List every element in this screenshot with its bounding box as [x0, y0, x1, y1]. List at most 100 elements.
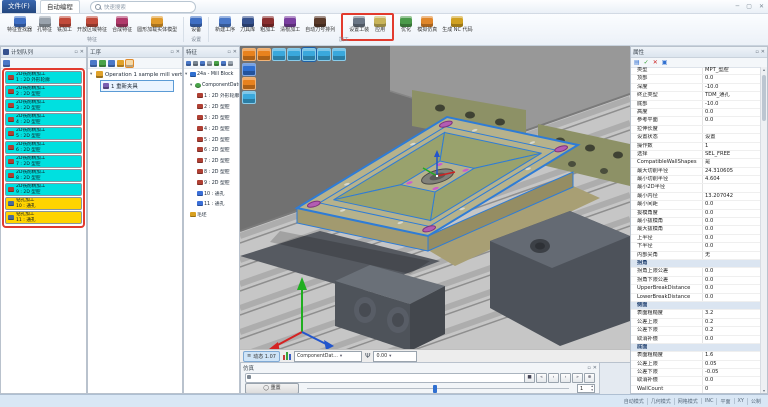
property-row[interactable]: 公差下限 0.2	[631, 327, 761, 335]
plan-operation-item[interactable]: 2D铣削精加工 8 : 2D 型腔	[5, 169, 82, 182]
viewport-tool-icon[interactable]	[272, 48, 286, 61]
property-row[interactable]: CompatibleWallShapes 是	[631, 159, 761, 167]
close-icon[interactable]: ✕	[593, 365, 597, 371]
property-row[interactable]: 参考平面 0.0	[631, 117, 761, 125]
tree-node-root[interactable]: ▾ 24a - Mill Block	[184, 69, 239, 80]
property-row[interactable]: 上半径 0.0	[631, 235, 761, 243]
viewport-view-icon[interactable]	[242, 91, 256, 104]
plan-operation-item[interactable]: 2D铣削精加工 7 : 2D 型腔	[5, 155, 82, 168]
tree-node-fixture-selected[interactable]: 1 重新夹具	[100, 80, 174, 92]
property-row[interactable]: 侧面	[631, 302, 761, 310]
property-row[interactable]: 最小间距 0.0	[631, 201, 761, 209]
ribbon-button[interactable]: 合成特征	[110, 16, 134, 33]
property-row[interactable]: 终止类型 TDM_通孔	[631, 92, 761, 100]
feature-item[interactable]: 6 : 2D 型腔	[184, 145, 239, 156]
pin-icon[interactable]: ▫	[755, 49, 758, 55]
play-button[interactable]: ›	[560, 373, 571, 383]
property-row[interactable]: 拉伸长度	[631, 126, 761, 134]
pin-icon[interactable]: ▫	[74, 49, 77, 55]
toolbar-icon[interactable]	[200, 61, 205, 66]
ribbon-button[interactable]: 生成 NC 代码	[440, 16, 474, 33]
toolbar-icon[interactable]	[221, 61, 226, 66]
feature-item[interactable]: 11 : 通孔	[184, 199, 239, 210]
maximize-icon[interactable]: ▢	[746, 3, 752, 10]
property-row[interactable]: 下半径 0.0	[631, 243, 761, 251]
property-row[interactable]: 最小内径 13.207042	[631, 193, 761, 201]
stop-button[interactable]: ■	[524, 373, 535, 383]
viewport-tool-icon[interactable]	[317, 48, 331, 61]
property-row[interactable]: 最大切削半径 24.310605	[631, 168, 761, 176]
property-row[interactable]: 最小切削半径 4.604	[631, 176, 761, 184]
quick-search-input[interactable]: 快速搜索	[90, 1, 196, 13]
property-row[interactable]: 操作数 1	[631, 143, 761, 151]
tree-node-operation[interactable]: ▾ Operation 1 sample mill vertical m	[88, 69, 182, 80]
toolbar-icon[interactable]	[3, 60, 10, 67]
offset-dropdown[interactable]: 0.00 ▾	[373, 351, 417, 362]
rewind-button[interactable]: «	[536, 373, 547, 383]
toolbar-icon[interactable]	[117, 60, 124, 67]
property-row[interactable]: UpperBreakDistance 0.0	[631, 285, 761, 293]
ribbon-button[interactable]: 孔特征	[35, 16, 54, 33]
ribbon-button[interactable]: 开放区域特征	[75, 16, 109, 33]
viewport-tool-icon[interactable]	[242, 48, 256, 61]
toolbar-icon[interactable]	[228, 61, 233, 66]
axes-histogram-icon[interactable]	[283, 352, 291, 360]
property-row[interactable]: 拔模角度 0.0	[631, 210, 761, 218]
viewport-tool-icon[interactable]	[287, 48, 301, 61]
property-row[interactable]: 内部尖角 无	[631, 252, 761, 260]
feature-item[interactable]: 2 : 2D 型腔	[184, 101, 239, 112]
stepper-down-icon[interactable]: ▾	[591, 389, 593, 393]
property-row[interactable]: 底面	[631, 344, 761, 352]
feature-item[interactable]: 1 : 2D 外形轮廓	[184, 91, 239, 102]
ribbon-button[interactable]: 圆形加载实体模型	[135, 16, 179, 33]
ribbon-button[interactable]: 模拟仿真	[415, 16, 439, 33]
viewport-view-icon[interactable]	[242, 63, 256, 76]
expander-icon[interactable]: ▾	[90, 72, 94, 77]
property-row[interactable]: 公差下限 -0.05	[631, 369, 761, 377]
plan-operation-item[interactable]: 2D铣削精加工 2 : 2D 型腔	[5, 85, 82, 98]
ribbon-button[interactable]: 优化	[398, 16, 414, 33]
zoom-button[interactable]: ⊕	[584, 373, 595, 383]
plan-operation-item[interactable]: 2D铣削精加工 5 : 2D 型腔	[5, 127, 82, 140]
feature-item[interactable]: 10 : 通孔	[184, 188, 239, 199]
property-row[interactable]: 表面粗糙度 1.6	[631, 352, 761, 360]
plan-operation-item[interactable]: 2D铣削精加工 6 : 2D 型腔	[5, 141, 82, 154]
property-row[interactable]: 类型 MPT_型腔	[631, 67, 761, 75]
feature-item[interactable]: 8 : 2D 型腔	[184, 166, 239, 177]
pin-icon[interactable]: ▫	[587, 365, 590, 371]
ribbon-button[interactable]: 设备	[188, 16, 204, 33]
property-row[interactable]: 拐角	[631, 260, 761, 268]
property-row[interactable]: 深度 -10.0	[631, 84, 761, 92]
ribbon-button[interactable]: 设置工装	[347, 16, 371, 33]
simulation-progress-bar[interactable]	[245, 373, 535, 383]
speed-slider-handle[interactable]	[433, 385, 437, 393]
plan-operation-item[interactable]: 钻孔加工 10 : 通孔	[5, 197, 82, 210]
viewport-view-icon[interactable]	[242, 77, 256, 90]
close-icon[interactable]: ✕	[80, 49, 84, 55]
ribbon-button[interactable]: 应用	[372, 16, 388, 33]
property-row[interactable]: 高度 0.0	[631, 109, 761, 117]
ribbon-button[interactable]: 清根加工	[278, 16, 302, 33]
tree-node-datum[interactable]: ▾ ComponentDatum	[184, 80, 239, 91]
property-row[interactable]: 底部 -10.0	[631, 101, 761, 109]
ribbon-button[interactable]: 铣加工	[55, 16, 74, 33]
viewport-tool-icon[interactable]	[257, 48, 271, 61]
grid-icon[interactable]: ▤	[634, 58, 640, 67]
plan-operation-item[interactable]: 2D铣削精加工 3 : 2D 型腔	[5, 99, 82, 112]
property-row[interactable]: 选择 SEL_FREE	[631, 151, 761, 159]
plan-operation-item[interactable]: 钻孔加工 11 : 通孔	[5, 211, 82, 224]
viewport-tool-icon[interactable]	[332, 48, 346, 61]
property-row[interactable]: 取消补偿 0.0	[631, 336, 761, 344]
property-row[interactable]: 顶部 0.0	[631, 75, 761, 83]
step-back-button[interactable]: ‹	[548, 373, 559, 383]
property-row[interactable]: 表面粗糙度 3.2	[631, 310, 761, 318]
feature-item[interactable]: 3 : 2D 型腔	[184, 112, 239, 123]
fast-forward-button[interactable]: »	[572, 373, 583, 383]
scroll-up-icon[interactable]: ▴	[763, 67, 765, 72]
save-icon[interactable]: ▣	[662, 58, 668, 67]
close-icon[interactable]: ✕	[233, 49, 237, 55]
close-icon[interactable]: ✕	[761, 49, 765, 55]
viewport-3d[interactable]: ≡ 动态 1.07 ComponentDat... ▾ Ψ 0.00 ▾	[240, 46, 630, 362]
ribbon-button[interactable]: 自动刀号排列	[303, 16, 337, 33]
tree-node-stock[interactable]: 毛坯	[184, 209, 239, 220]
